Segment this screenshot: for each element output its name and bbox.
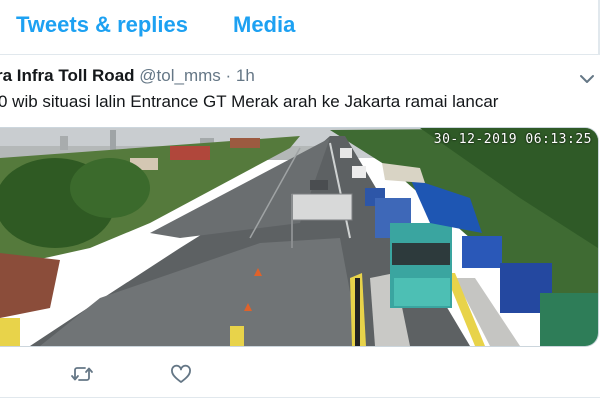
camera-timestamp: 30-12-2019 06:13:25 (433, 132, 592, 147)
profile-tabs: Tweets & replies Media (0, 0, 600, 55)
tweet-page: Tweets & replies Media ra Infra Toll Roa… (0, 0, 600, 400)
tab-tweets-and-replies[interactable]: Tweets & replies (16, 12, 188, 38)
chevron-down-icon[interactable] (578, 70, 596, 88)
tab-media[interactable]: Media (233, 12, 295, 38)
retweet-icon[interactable] (70, 362, 94, 386)
cctv-image (0, 128, 598, 346)
separator: · (225, 66, 232, 85)
divider (0, 397, 600, 398)
heart-icon[interactable] (169, 362, 193, 386)
author-handle[interactable]: @tol_mms (139, 66, 221, 85)
tweet-actions (0, 360, 600, 390)
tweet-timestamp[interactable]: 1h (236, 66, 255, 85)
tweet-media-photo[interactable]: 30-12-2019 06:13:25 (0, 127, 599, 347)
tweet-header: ra Infra Toll Road @tol_mms · 1h (0, 66, 255, 86)
author-name[interactable]: ra Infra Toll Road (0, 66, 135, 85)
tweet-text: 0 wib situasi lalin Entrance GT Merak ar… (0, 92, 499, 111)
